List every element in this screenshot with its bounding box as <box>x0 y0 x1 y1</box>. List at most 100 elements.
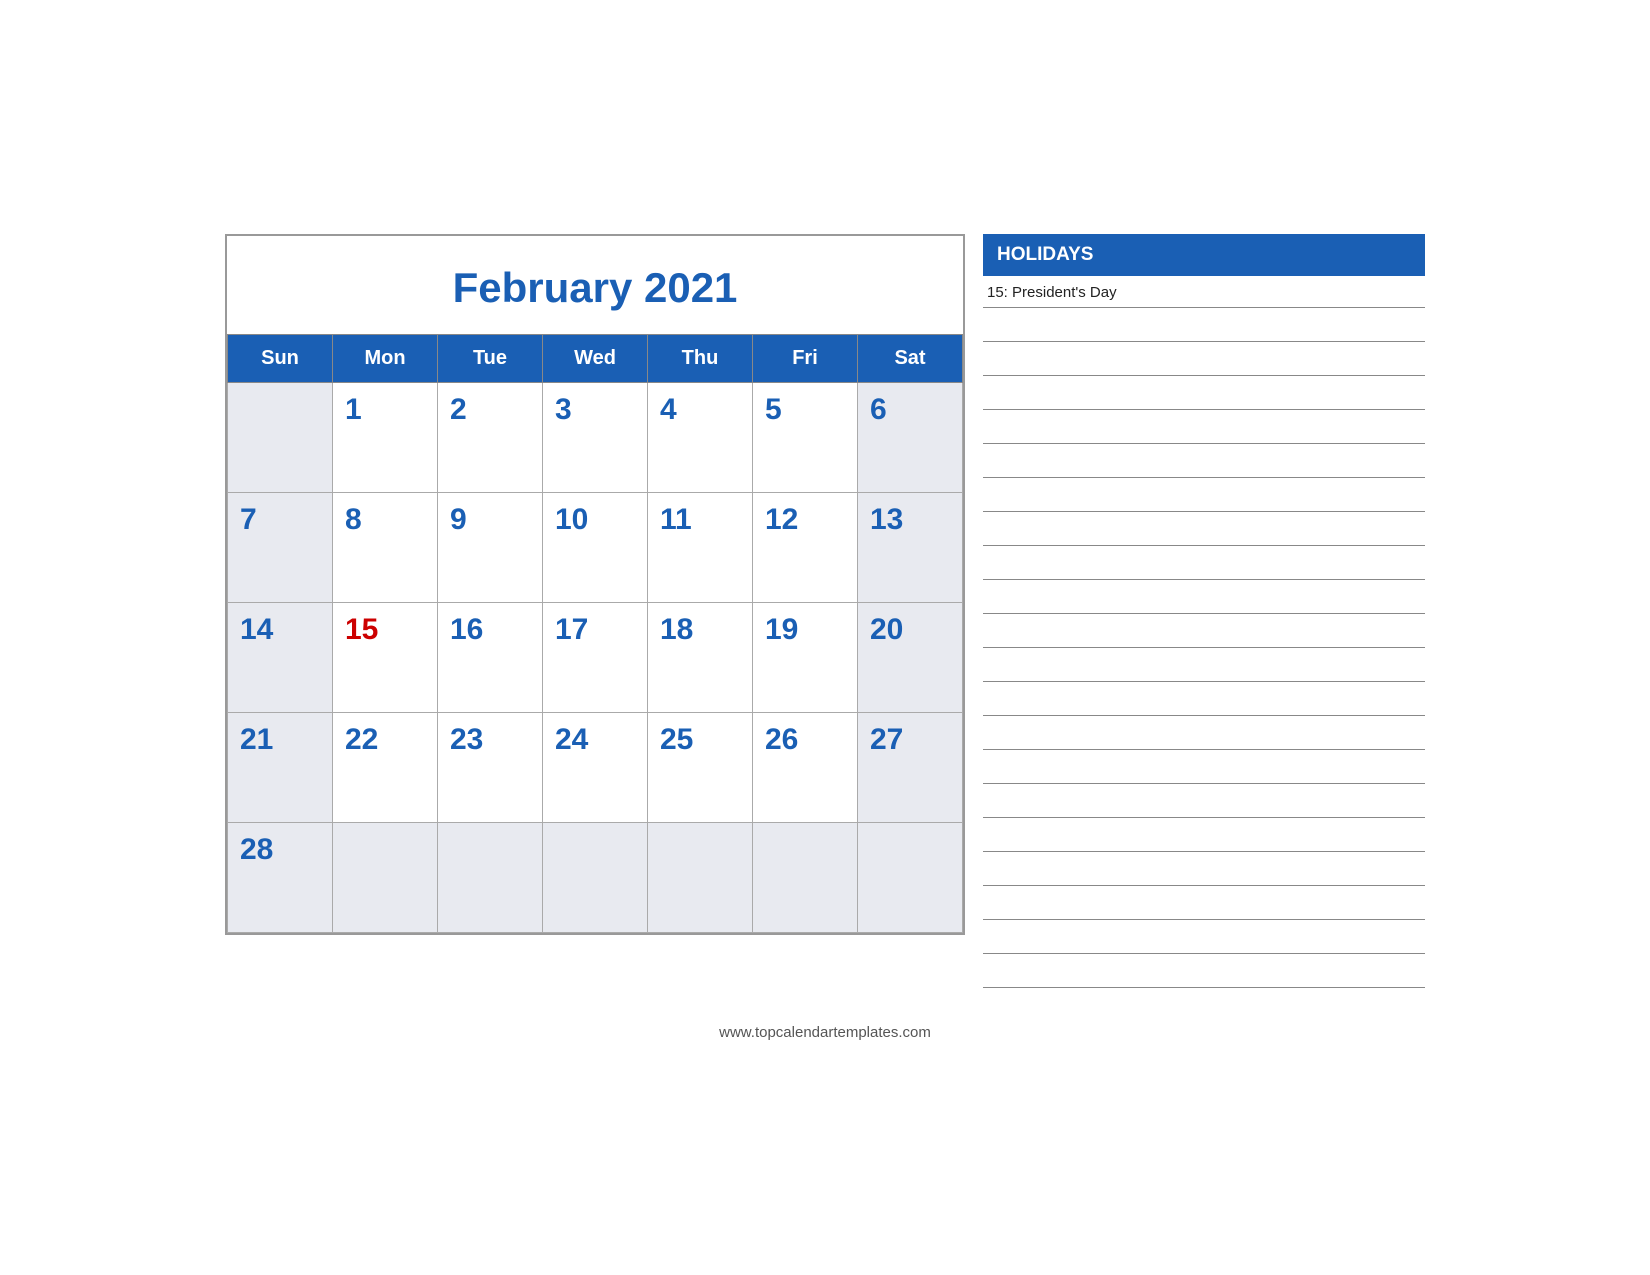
day-number: 24 <box>555 723 588 756</box>
day-number: 2 <box>450 393 467 426</box>
calendar-week-row: 21 22 23 24 25 26 27 <box>228 713 963 823</box>
note-line <box>983 852 1425 886</box>
calendar-day-cell: 13 <box>858 493 963 603</box>
calendar-day-cell <box>753 823 858 933</box>
calendar-day-header: Sun <box>228 335 333 383</box>
footer: www.topcalendartemplates.com <box>719 1024 931 1041</box>
calendar-day-cell: 22 <box>333 713 438 823</box>
note-line <box>983 818 1425 852</box>
day-number: 6 <box>870 393 887 426</box>
calendar-day-cell: 20 <box>858 603 963 713</box>
day-number: 16 <box>450 613 483 646</box>
calendar-day-cell: 25 <box>648 713 753 823</box>
calendar-day-cell: 23 <box>438 713 543 823</box>
day-number: 4 <box>660 393 677 426</box>
calendar-day-cell: 27 <box>858 713 963 823</box>
calendar: February 2021 SunMonTueWedThuFriSat 1234… <box>225 234 965 935</box>
day-number: 3 <box>555 393 572 426</box>
calendar-header-row: SunMonTueWedThuFriSat <box>228 335 963 383</box>
day-number: 9 <box>450 503 467 536</box>
calendar-day-cell: 9 <box>438 493 543 603</box>
note-line <box>983 512 1425 546</box>
calendar-day-cell <box>438 823 543 933</box>
calendar-day-cell: 17 <box>543 603 648 713</box>
calendar-week-row: 14 15 16 17 18 19 20 <box>228 603 963 713</box>
calendar-day-cell: 7 <box>228 493 333 603</box>
calendar-week-row: 7 8 9 10 11 12 13 <box>228 493 963 603</box>
calendar-day-cell <box>858 823 963 933</box>
calendar-day-cell: 5 <box>753 383 858 493</box>
day-number: 18 <box>660 613 693 646</box>
calendar-week-row: 1 2 3 4 5 6 <box>228 383 963 493</box>
calendar-day-cell: 18 <box>648 603 753 713</box>
calendar-day-header: Thu <box>648 335 753 383</box>
day-number: 23 <box>450 723 483 756</box>
day-number: 14 <box>240 613 273 646</box>
calendar-day-header: Fri <box>753 335 858 383</box>
calendar-day-cell: 2 <box>438 383 543 493</box>
footer-website: www.topcalendartemplates.com <box>719 1024 931 1041</box>
day-number: 21 <box>240 723 273 756</box>
holiday-item: 15: President's Day <box>983 276 1425 308</box>
note-line <box>983 444 1425 478</box>
calendar-day-cell: 28 <box>228 823 333 933</box>
main-container: February 2021 SunMonTueWedThuFriSat 1234… <box>225 234 1425 988</box>
day-number: 1 <box>345 393 362 426</box>
calendar-day-header: Wed <box>543 335 648 383</box>
note-line <box>983 342 1425 376</box>
calendar-day-header: Tue <box>438 335 543 383</box>
calendar-day-cell: 12 <box>753 493 858 603</box>
note-line <box>983 308 1425 342</box>
day-number: 13 <box>870 503 903 536</box>
note-line <box>983 682 1425 716</box>
day-number: 11 <box>660 503 692 536</box>
day-number: 17 <box>555 613 588 646</box>
note-line <box>983 614 1425 648</box>
note-line <box>983 716 1425 750</box>
calendar-day-header: Sat <box>858 335 963 383</box>
calendar-day-header: Mon <box>333 335 438 383</box>
day-number: 5 <box>765 393 782 426</box>
note-line <box>983 784 1425 818</box>
day-number: 15 <box>345 613 378 646</box>
calendar-day-cell: 1 <box>333 383 438 493</box>
calendar-day-cell: 19 <box>753 603 858 713</box>
day-number: 10 <box>555 503 588 536</box>
calendar-day-cell: 8 <box>333 493 438 603</box>
calendar-week-row: 28 <box>228 823 963 933</box>
note-line <box>983 648 1425 682</box>
day-number: 22 <box>345 723 378 756</box>
calendar-day-cell: 4 <box>648 383 753 493</box>
note-line <box>983 376 1425 410</box>
calendar-day-cell: 24 <box>543 713 648 823</box>
note-line <box>983 410 1425 444</box>
calendar-grid: SunMonTueWedThuFriSat 123456789101112131… <box>227 334 963 933</box>
calendar-day-cell: 16 <box>438 603 543 713</box>
calendar-day-cell: 26 <box>753 713 858 823</box>
calendar-day-cell: 3 <box>543 383 648 493</box>
day-number: 25 <box>660 723 693 756</box>
day-number: 8 <box>345 503 362 536</box>
notes-lines: 15: President's Day <box>983 276 1425 988</box>
calendar-day-cell <box>333 823 438 933</box>
day-number: 7 <box>240 503 257 536</box>
calendar-day-cell <box>648 823 753 933</box>
right-panel: HOLIDAYS 15: President's Day <box>983 234 1425 988</box>
day-number: 28 <box>240 833 273 866</box>
calendar-day-cell: 10 <box>543 493 648 603</box>
holidays-header: HOLIDAYS <box>983 234 1425 276</box>
calendar-day-cell: 11 <box>648 493 753 603</box>
note-line <box>983 750 1425 784</box>
note-line <box>983 580 1425 614</box>
calendar-day-cell: 14 <box>228 603 333 713</box>
note-line <box>983 478 1425 512</box>
calendar-day-cell: 6 <box>858 383 963 493</box>
day-number: 20 <box>870 613 903 646</box>
calendar-day-cell <box>228 383 333 493</box>
day-number: 27 <box>870 723 903 756</box>
calendar-title: February 2021 <box>227 236 963 334</box>
note-line <box>983 954 1425 988</box>
calendar-day-cell: 15 <box>333 603 438 713</box>
day-number: 19 <box>765 613 798 646</box>
note-line <box>983 886 1425 920</box>
